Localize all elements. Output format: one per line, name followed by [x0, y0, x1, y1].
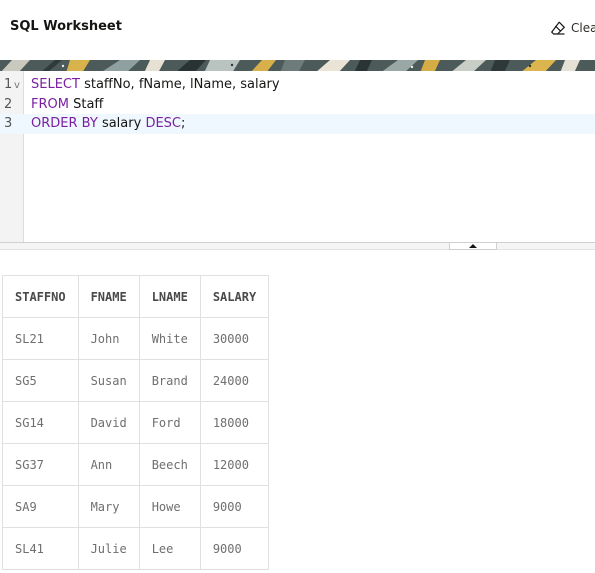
cell-staffno: SA9 [2, 485, 79, 528]
cell-fname: Julie [77, 527, 140, 570]
column-header-fname[interactable]: FNAME [77, 275, 140, 318]
cell-fname: David [77, 401, 140, 444]
fold-chevron-icon[interactable]: v [14, 76, 20, 96]
cell-lname: Ford [138, 401, 201, 444]
column-header-salary[interactable]: SALARY [199, 275, 270, 318]
sql-text: Staff [68, 97, 104, 112]
cell-staffno: SG37 [2, 443, 79, 486]
table-row: SL21 John White 30000 [2, 317, 270, 360]
clear-label: Clear [571, 21, 595, 35]
sql-keyword: DESC [145, 116, 181, 131]
code-line-3[interactable]: 3 ORDER BY salary DESC; [0, 114, 595, 134]
collapse-up-icon[interactable] [449, 243, 497, 250]
line-number: 1 [4, 77, 13, 92]
code-line-1[interactable]: 1 v SELECT staffNo, fName, lName, salary [0, 75, 595, 95]
sql-keyword: FROM [31, 97, 69, 112]
cell-salary: 12000 [199, 443, 270, 486]
cell-lname: Beech [138, 443, 201, 486]
sql-text: ; [181, 116, 186, 131]
cell-salary: 9000 [199, 527, 270, 570]
cell-fname: John [77, 317, 140, 360]
line-number: 3 [4, 116, 13, 131]
table-row: SG14 David Ford 18000 [2, 401, 270, 444]
sql-text: salary [97, 116, 146, 131]
cell-staffno: SG5 [2, 359, 79, 402]
clear-button[interactable]: Clear [550, 18, 595, 38]
header-row: STAFFNO FNAME LNAME SALARY [2, 275, 270, 318]
sql-keyword: SELECT [31, 77, 80, 92]
pane-splitter[interactable] [0, 242, 595, 250]
cell-fname: Susan [77, 359, 140, 402]
eraser-icon [551, 21, 565, 35]
worksheet-header: SQL Worksheet Clear [0, 0, 595, 58]
cell-salary: 30000 [199, 317, 270, 360]
decorative-banner [0, 58, 595, 71]
code-text: SELECT staffNo, fName, lName, salary [31, 75, 280, 95]
column-header-staffno[interactable]: STAFFNO [2, 275, 79, 318]
cell-fname: Ann [77, 443, 140, 486]
page-title: SQL Worksheet [10, 19, 122, 34]
sql-keyword: ORDER BY [31, 116, 98, 131]
code-text: FROM Staff [31, 95, 103, 115]
code-text: ORDER BY salary DESC; [31, 114, 185, 134]
cell-lname: White [138, 317, 201, 360]
table-row: SG5 Susan Brand 24000 [2, 359, 270, 402]
cell-lname: Brand [138, 359, 201, 402]
table-row: SA9 Mary Howe 9000 [2, 485, 270, 528]
code-line-2[interactable]: 2 FROM Staff [0, 95, 595, 115]
cell-lname: Lee [138, 527, 201, 570]
table-row: SG37 Ann Beech 12000 [2, 443, 270, 486]
sql-editor[interactable]: 1 v SELECT staffNo, fName, lName, salary… [0, 71, 595, 242]
cell-salary: 18000 [199, 401, 270, 444]
cell-salary: 24000 [199, 359, 270, 402]
cell-staffno: SG14 [2, 401, 79, 444]
cell-lname: Howe [138, 485, 201, 528]
cell-staffno: SL21 [2, 317, 79, 360]
results-table: STAFFNO FNAME LNAME SALARY SL21 John Whi… [2, 275, 270, 570]
sql-text: staffNo, fName, lName, salary [79, 77, 280, 92]
cell-salary: 9000 [199, 485, 270, 528]
column-header-lname[interactable]: LNAME [138, 275, 201, 318]
table-row: SL41 Julie Lee 9000 [2, 527, 270, 570]
cell-fname: Mary [77, 485, 140, 528]
line-number: 2 [4, 97, 13, 112]
cell-staffno: SL41 [2, 527, 79, 570]
